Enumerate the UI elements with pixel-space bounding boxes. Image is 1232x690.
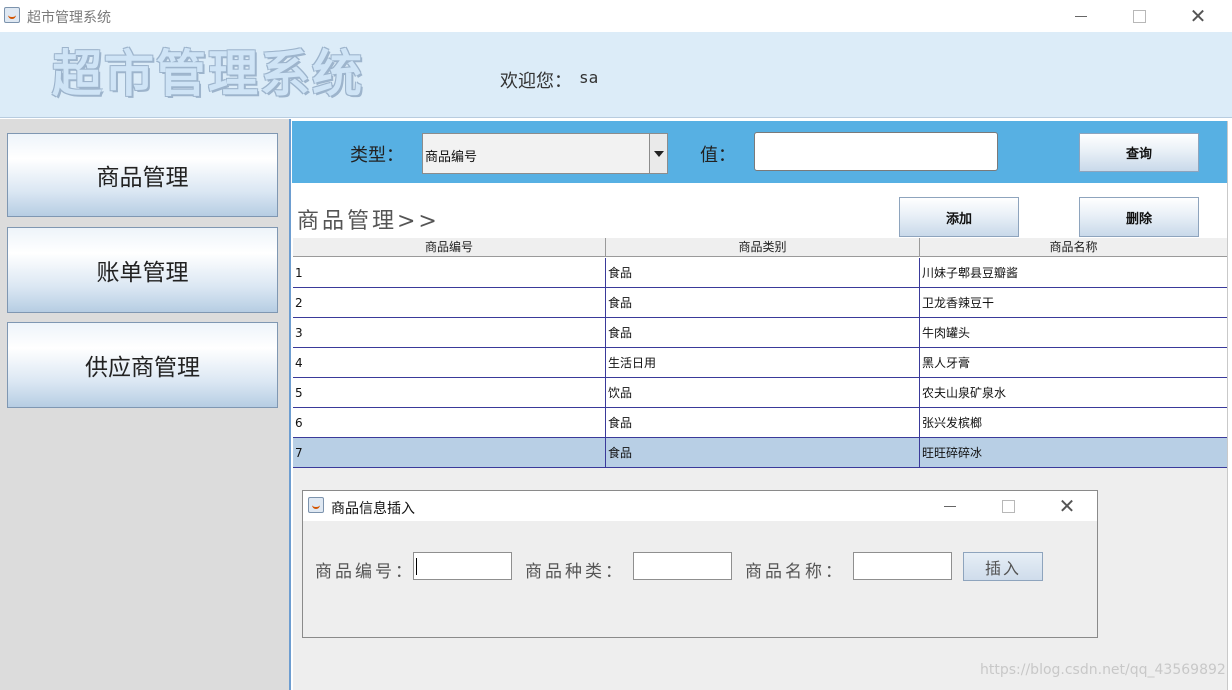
table-row[interactable]: 2 食品 卫龙香辣豆干 xyxy=(293,288,1228,318)
window-right-edge xyxy=(1227,121,1232,690)
sidebar-item-bills[interactable]: 账单管理 xyxy=(7,227,278,313)
cell-name: 黑人牙膏 xyxy=(920,348,1228,378)
welcome-username: sa xyxy=(579,68,599,87)
dialog-close-button[interactable]: ✕ xyxy=(1038,491,1096,521)
cell-category: 饮品 xyxy=(606,378,920,408)
minimize-button[interactable] xyxy=(1052,0,1110,32)
sidebar-item-suppliers[interactable]: 供应商管理 xyxy=(7,322,278,408)
welcome-label: 欢迎您： xyxy=(500,71,572,92)
cell-category: 生活日用 xyxy=(606,348,920,378)
app-logo: 超市管理系统 xyxy=(52,45,364,103)
goods-table-header: 商品编号 商品类别 商品名称 xyxy=(293,238,1228,257)
maximize-icon xyxy=(1001,499,1015,513)
goods-name-input[interactable] xyxy=(853,552,952,580)
table-row[interactable]: 1 食品 川妹子郫县豆瓣酱 xyxy=(293,258,1228,288)
cell-category: 食品 xyxy=(606,408,920,438)
column-header-id[interactable]: 商品编号 xyxy=(293,238,606,257)
column-header-category[interactable]: 商品类别 xyxy=(606,238,920,257)
delete-button[interactable]: 删除 xyxy=(1079,197,1199,237)
cell-category: 食品 xyxy=(606,288,920,318)
cell-id: 3 xyxy=(293,318,606,348)
goods-category-input[interactable] xyxy=(633,552,732,580)
maximize-icon xyxy=(1132,9,1146,23)
goods-id-input[interactable] xyxy=(413,552,512,580)
table-row-selected[interactable]: 7 食品 旺旺碎碎冰 xyxy=(293,438,1228,468)
goods-id-label: 商品编号： xyxy=(315,562,415,582)
value-input[interactable] xyxy=(754,132,998,171)
type-select-dropdown-button[interactable] xyxy=(649,134,667,173)
close-button[interactable]: ✕ xyxy=(1169,0,1227,32)
window-titlebar xyxy=(0,0,1232,32)
close-icon: ✕ xyxy=(1189,4,1207,28)
chevron-down-icon xyxy=(653,150,664,157)
sidebar-item-goods[interactable]: 商品管理 xyxy=(7,133,278,217)
text-caret xyxy=(416,558,417,575)
java-app-icon xyxy=(4,7,20,23)
cell-id: 2 xyxy=(293,288,606,318)
insert-button[interactable]: 插入 xyxy=(963,552,1043,581)
type-label: 类型： xyxy=(350,145,404,166)
cell-name: 卫龙香辣豆干 xyxy=(920,288,1228,318)
goods-category-label: 商品种类： xyxy=(525,562,625,582)
cell-category: 食品 xyxy=(606,258,920,288)
java-app-icon xyxy=(308,497,324,513)
cell-name: 农夫山泉矿泉水 xyxy=(920,378,1228,408)
dialog-maximize-button[interactable] xyxy=(979,491,1037,521)
cell-name: 川妹子郫县豆瓣酱 xyxy=(920,258,1228,288)
cell-id: 4 xyxy=(293,348,606,378)
watermark-text: https://blog.csdn.net/qq_43569892 xyxy=(980,662,1226,678)
cell-id: 5 xyxy=(293,378,606,408)
cell-name: 旺旺碎碎冰 xyxy=(920,438,1228,468)
goods-section-title: 商品管理>> xyxy=(297,209,440,234)
cell-category: 食品 xyxy=(606,438,920,468)
table-row[interactable]: 3 食品 牛肉罐头 xyxy=(293,318,1228,348)
maximize-button[interactable] xyxy=(1110,0,1168,32)
value-label: 值： xyxy=(700,145,736,166)
table-row[interactable]: 4 生活日用 黑人牙膏 xyxy=(293,348,1228,378)
type-select-value: 商品编号 xyxy=(425,150,478,165)
column-header-name[interactable]: 商品名称 xyxy=(920,238,1228,257)
minimize-icon xyxy=(1075,15,1087,17)
cell-id: 1 xyxy=(293,258,606,288)
cell-name: 张兴发槟榔 xyxy=(920,408,1228,438)
dialog-minimize-button[interactable] xyxy=(921,491,979,521)
search-button[interactable]: 查询 xyxy=(1079,133,1199,172)
close-icon: ✕ xyxy=(1058,494,1076,518)
goods-name-label: 商品名称： xyxy=(745,562,845,582)
cell-id: 7 xyxy=(293,438,606,468)
cell-category: 食品 xyxy=(606,318,920,348)
table-row[interactable]: 6 食品 张兴发槟榔 xyxy=(293,408,1228,438)
window-title: 超市管理系统 xyxy=(27,10,111,26)
cell-name: 牛肉罐头 xyxy=(920,318,1228,348)
add-button[interactable]: 添加 xyxy=(899,197,1019,237)
cell-id: 6 xyxy=(293,408,606,438)
insert-dialog-title: 商品信息插入 xyxy=(331,501,415,517)
table-row[interactable]: 5 饮品 农夫山泉矿泉水 xyxy=(293,378,1228,408)
minimize-icon xyxy=(944,505,956,507)
